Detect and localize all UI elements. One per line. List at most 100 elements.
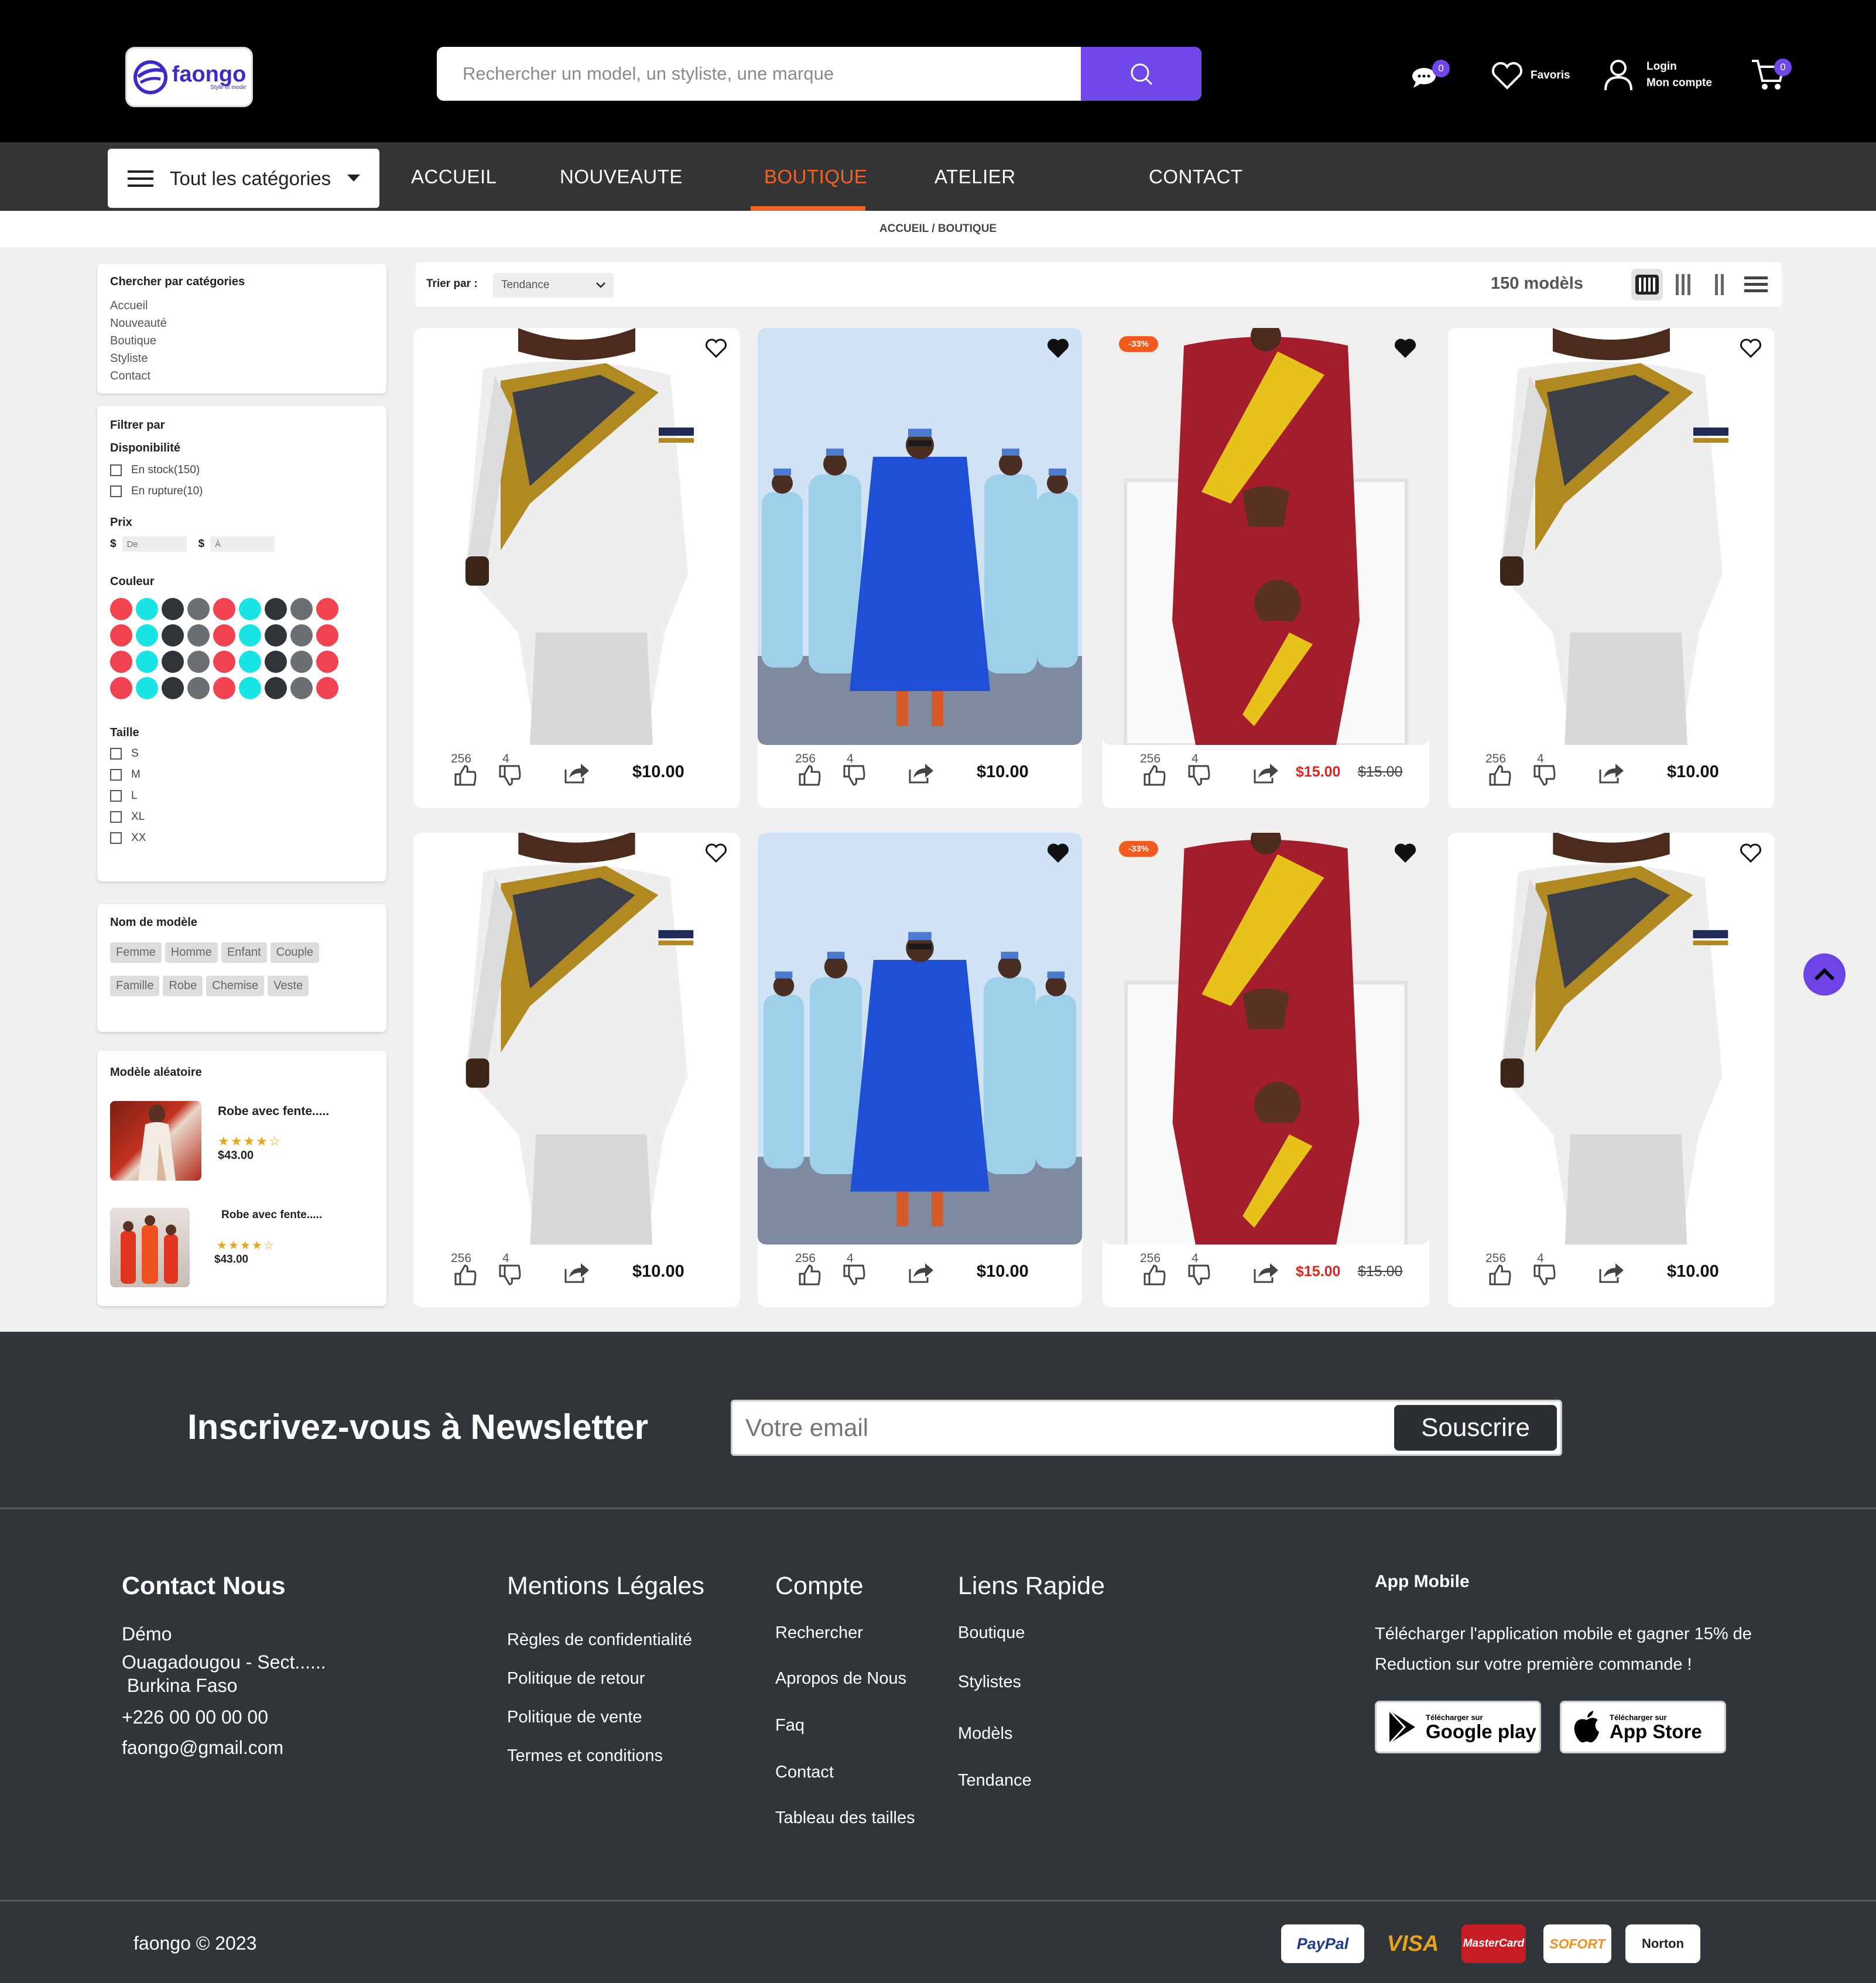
view-list-button[interactable] bbox=[1740, 269, 1772, 300]
size-m[interactable]: M bbox=[110, 764, 374, 785]
nav-accueil[interactable]: ACCUEIL bbox=[411, 142, 497, 211]
share-button[interactable] bbox=[563, 1261, 590, 1284]
tag-famille[interactable]: Famille bbox=[110, 976, 160, 996]
legal-link[interactable]: Règles de confidentialité bbox=[507, 1630, 692, 1650]
price-from-input[interactable] bbox=[122, 536, 187, 552]
color-swatch[interactable] bbox=[136, 598, 158, 620]
nav-atelier[interactable]: ATELIER bbox=[934, 142, 1016, 211]
product-image[interactable] bbox=[413, 328, 740, 745]
dislike-button[interactable] bbox=[498, 1264, 521, 1285]
dislike-button[interactable] bbox=[498, 765, 521, 786]
dislike-button[interactable] bbox=[842, 765, 865, 786]
account-link[interactable]: Tableau des tailles bbox=[775, 1808, 915, 1828]
sort-select[interactable]: Tendance bbox=[493, 273, 614, 298]
color-swatch[interactable] bbox=[136, 651, 158, 673]
checkbox[interactable] bbox=[110, 790, 122, 802]
like-button[interactable] bbox=[1488, 765, 1511, 786]
google-play-button[interactable]: Télécharger sur Google play bbox=[1375, 1701, 1541, 1753]
checkbox[interactable] bbox=[110, 832, 122, 844]
size-xx[interactable]: XX bbox=[110, 828, 374, 849]
product-image[interactable] bbox=[1103, 328, 1429, 745]
favorite-button[interactable] bbox=[1740, 843, 1762, 863]
price-to-input[interactable] bbox=[210, 536, 275, 552]
color-swatch[interactable] bbox=[265, 624, 287, 647]
color-swatch[interactable] bbox=[265, 677, 287, 699]
search-button[interactable] bbox=[1081, 47, 1201, 101]
quick-link[interactable]: Modèls bbox=[958, 1724, 1013, 1743]
color-swatch[interactable] bbox=[239, 598, 261, 620]
product-card[interactable]: 256 4 $10.00 bbox=[413, 833, 740, 1307]
color-swatch[interactable] bbox=[316, 677, 338, 699]
size-l[interactable]: L bbox=[110, 785, 374, 806]
share-button[interactable] bbox=[563, 761, 590, 785]
account-button[interactable]: Login Mon compte bbox=[1603, 59, 1712, 91]
product-card[interactable]: 256 4 $10.00 bbox=[1448, 833, 1775, 1307]
color-swatch[interactable] bbox=[290, 598, 313, 620]
color-swatch[interactable] bbox=[162, 598, 184, 620]
color-swatch[interactable] bbox=[136, 677, 158, 699]
color-swatch[interactable] bbox=[187, 598, 210, 620]
view-grid-2-button[interactable] bbox=[1704, 269, 1735, 300]
color-swatch[interactable] bbox=[290, 624, 313, 647]
favorite-button[interactable] bbox=[1047, 843, 1069, 863]
color-swatch[interactable] bbox=[213, 598, 235, 620]
color-swatch[interactable] bbox=[162, 677, 184, 699]
product-card[interactable]: -33% 256 4 $15.00 $15.00 bbox=[1103, 833, 1429, 1307]
account-link[interactable]: Rechercher bbox=[775, 1623, 863, 1643]
view-grid-3-button[interactable] bbox=[1668, 269, 1699, 300]
share-button[interactable] bbox=[1252, 761, 1279, 785]
search-input[interactable] bbox=[437, 47, 1081, 101]
share-button[interactable] bbox=[1598, 761, 1625, 785]
product-card[interactable]: -33% 256 4 $15.00 $15.00 bbox=[1103, 328, 1429, 808]
account-link[interactable]: Contact bbox=[775, 1763, 834, 1782]
messages-button[interactable]: 0 bbox=[1411, 60, 1450, 89]
quick-link[interactable]: Tendance bbox=[958, 1771, 1032, 1790]
view-grid-4-button[interactable] bbox=[1631, 269, 1663, 300]
product-card[interactable]: 256 4 $10.00 bbox=[758, 833, 1082, 1307]
cart-button[interactable]: 0 bbox=[1751, 56, 1792, 93]
filter-in-stock[interactable]: En stock(150) bbox=[110, 460, 374, 481]
product-card[interactable]: 256 4 $10.00 bbox=[1448, 328, 1775, 808]
category-link-boutique[interactable]: Boutique bbox=[110, 332, 374, 350]
tag-chemise[interactable]: Chemise bbox=[206, 976, 265, 996]
color-swatch[interactable] bbox=[187, 677, 210, 699]
color-swatch[interactable] bbox=[290, 651, 313, 673]
nav-contact[interactable]: CONTACT bbox=[1149, 142, 1243, 211]
random-item-name[interactable]: Robe avec fente..... bbox=[218, 1105, 329, 1119]
dislike-button[interactable] bbox=[1532, 1264, 1556, 1285]
tag-homme[interactable]: Homme bbox=[165, 942, 218, 963]
product-image[interactable] bbox=[758, 833, 1082, 1244]
color-swatch[interactable] bbox=[162, 651, 184, 673]
favorite-button[interactable] bbox=[1740, 339, 1762, 358]
product-card[interactable]: 256 4 $10.00 bbox=[758, 328, 1082, 808]
dislike-button[interactable] bbox=[1187, 765, 1210, 786]
color-swatch[interactable] bbox=[213, 651, 235, 673]
back-to-top-button[interactable] bbox=[1803, 953, 1846, 996]
category-link-styliste[interactable]: Styliste bbox=[110, 350, 374, 367]
tag-robe[interactable]: Robe bbox=[163, 976, 203, 996]
dislike-button[interactable] bbox=[1187, 1264, 1210, 1285]
checkbox[interactable] bbox=[110, 769, 122, 781]
newsletter-email-input[interactable] bbox=[745, 1414, 1394, 1442]
app-store-button[interactable]: Télécharger sur App Store bbox=[1560, 1701, 1726, 1753]
random-item-name[interactable]: Robe avec fente..... bbox=[221, 1209, 322, 1222]
nav-boutique[interactable]: BOUTIQUE bbox=[764, 142, 867, 211]
share-button[interactable] bbox=[1598, 1261, 1625, 1284]
product-image[interactable] bbox=[1448, 328, 1775, 745]
color-swatch[interactable] bbox=[290, 677, 313, 699]
product-image[interactable] bbox=[758, 328, 1082, 745]
nav-nouveaute[interactable]: NOUVEAUTE bbox=[560, 142, 683, 211]
product-image[interactable] bbox=[1103, 833, 1429, 1244]
like-button[interactable] bbox=[797, 1264, 821, 1285]
account-link[interactable]: Apropos de Nous bbox=[775, 1669, 906, 1688]
color-swatch[interactable] bbox=[110, 624, 132, 647]
category-link-contact[interactable]: Contact bbox=[110, 367, 374, 385]
like-button[interactable] bbox=[453, 765, 477, 786]
quick-link[interactable]: Stylistes bbox=[958, 1673, 1021, 1692]
product-image[interactable] bbox=[413, 833, 740, 1244]
checkbox[interactable] bbox=[110, 811, 122, 823]
product-image[interactable] bbox=[1448, 833, 1775, 1244]
color-swatch[interactable] bbox=[316, 598, 338, 620]
size-s[interactable]: S bbox=[110, 743, 374, 764]
color-swatch[interactable] bbox=[213, 677, 235, 699]
